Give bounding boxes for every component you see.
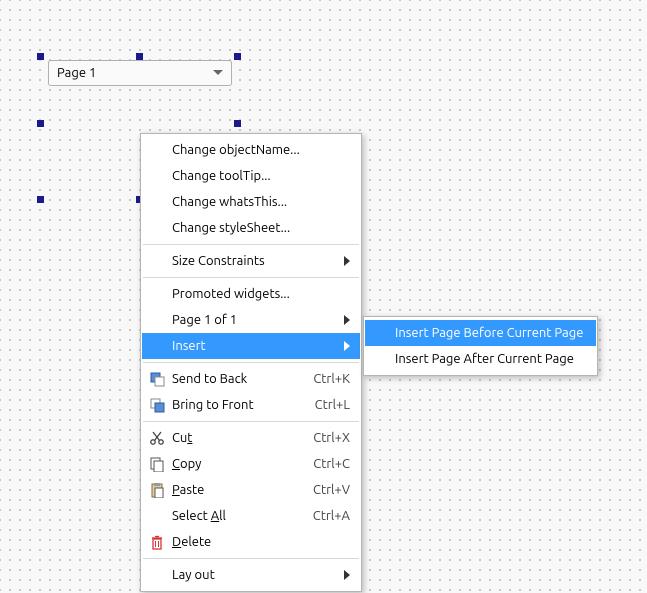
menu-separator: [143, 558, 359, 559]
menu-item-label: Copy: [172, 457, 201, 471]
menu-shortcut: Ctrl+C: [313, 457, 350, 471]
menu-item-18[interactable]: Delete: [142, 529, 360, 555]
menu-item-label: Change objectName...: [172, 143, 300, 157]
menu-item-14[interactable]: Cut Ctrl+X: [142, 425, 360, 451]
menu-item-1[interactable]: Change toolTip...: [142, 163, 360, 189]
menu-item-0[interactable]: Change objectName...: [142, 137, 360, 163]
menu-item-7[interactable]: Promoted widgets...: [142, 281, 360, 307]
menu-separator: [143, 421, 359, 422]
send-to-back-icon: [148, 370, 166, 388]
menu-item-12[interactable]: Bring to Front Ctrl+L: [142, 392, 360, 418]
menu-shortcut: Ctrl+X: [313, 431, 350, 445]
menu-item-3[interactable]: Change styleSheet...: [142, 215, 360, 241]
menu-item-label: Cut: [172, 431, 192, 445]
menu-separator: [143, 277, 359, 278]
menu-item-label: Page 1 of 1: [172, 313, 237, 327]
menu-item-label: Send to Back: [172, 372, 247, 386]
menu-shortcut: Ctrl+L: [315, 398, 350, 412]
page-combobox[interactable]: Page 1: [48, 60, 232, 86]
copy-icon: [148, 455, 166, 473]
menu-item-15[interactable]: Copy Ctrl+C: [142, 451, 360, 477]
menu-item-17[interactable]: Select All Ctrl+A: [142, 503, 360, 529]
menu-item-label: Promoted widgets...: [172, 287, 290, 301]
selection-handle[interactable]: [136, 53, 143, 60]
menu-item-label: Paste: [172, 483, 204, 497]
menu-item-9[interactable]: Insert: [142, 333, 360, 359]
delete-icon: [148, 533, 166, 551]
context-menu: Change objectName... Change toolTip... Cha…: [140, 133, 362, 592]
chevron-down-icon: [213, 70, 223, 76]
submenu-item-0[interactable]: Insert Page Before Current Page: [365, 320, 596, 346]
submenu-arrow-icon: [344, 341, 350, 351]
cut-icon: [148, 429, 166, 447]
bring-to-front-icon: [148, 396, 166, 414]
menu-shortcut: Ctrl+A: [313, 509, 350, 523]
menu-item-8[interactable]: Page 1 of 1: [142, 307, 360, 333]
menu-item-label: Change whatsThis...: [172, 195, 287, 209]
menu-item-2[interactable]: Change whatsThis...: [142, 189, 360, 215]
menu-item-label: Change styleSheet...: [172, 221, 290, 235]
submenu-arrow-icon: [344, 256, 350, 266]
combobox-value: Page 1: [57, 66, 96, 80]
insert-submenu: Insert Page Before Current Page Insert Pa…: [363, 316, 598, 376]
menu-item-20[interactable]: Lay out: [142, 562, 360, 588]
menu-item-label: Insert Page After Current Page: [395, 352, 574, 366]
menu-item-16[interactable]: Paste Ctrl+V: [142, 477, 360, 503]
selection-handle[interactable]: [37, 120, 44, 127]
submenu-arrow-icon: [344, 570, 350, 580]
selection-handle[interactable]: [37, 196, 44, 203]
selection-handle[interactable]: [234, 53, 241, 60]
menu-item-label: Insert Page Before Current Page: [395, 326, 583, 340]
menu-item-label: Select All: [172, 509, 226, 523]
menu-shortcut: Ctrl+V: [313, 483, 350, 497]
menu-item-11[interactable]: Send to Back Ctrl+K: [142, 366, 360, 392]
selection-handle[interactable]: [234, 120, 241, 127]
menu-separator: [143, 362, 359, 363]
menu-item-label: Bring to Front: [172, 398, 254, 412]
menu-item-label: Size Constraints: [172, 254, 265, 268]
submenu-item-1[interactable]: Insert Page After Current Page: [365, 346, 596, 372]
menu-item-label: Lay out: [172, 568, 215, 582]
menu-item-label: Insert: [172, 339, 206, 353]
paste-icon: [148, 481, 166, 499]
menu-item-label: Change toolTip...: [172, 169, 271, 183]
menu-item-label: Delete: [172, 535, 211, 549]
menu-separator: [143, 244, 359, 245]
menu-shortcut: Ctrl+K: [313, 372, 350, 386]
selection-handle[interactable]: [37, 53, 44, 60]
submenu-arrow-icon: [344, 315, 350, 325]
menu-item-5[interactable]: Size Constraints: [142, 248, 360, 274]
